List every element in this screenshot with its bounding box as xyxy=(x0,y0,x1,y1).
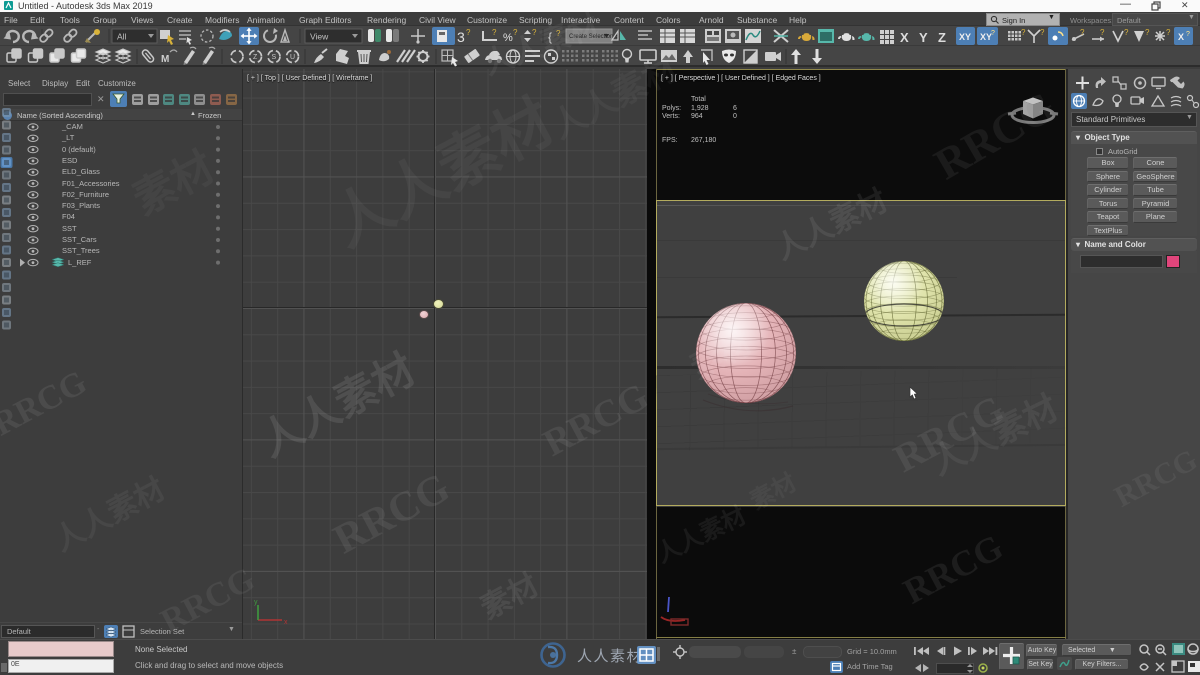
svg-text:?: ? xyxy=(466,28,471,37)
svg-text:?: ? xyxy=(492,28,497,37)
svg-text:X: X xyxy=(1178,32,1184,42)
svg-text:?: ? xyxy=(513,28,518,37)
svg-text:%: % xyxy=(503,32,513,44)
svg-text:Z: Z xyxy=(938,30,946,45)
svg-text:?: ? xyxy=(1100,28,1105,37)
svg-text:?: ? xyxy=(1021,28,1026,37)
svg-text:?: ? xyxy=(1186,31,1190,38)
svg-text:?: ? xyxy=(1080,28,1085,37)
svg-text:?: ? xyxy=(1040,28,1045,37)
svg-text:?: ? xyxy=(532,28,537,37)
svg-text:y: y xyxy=(254,599,258,606)
svg-text:U: U xyxy=(290,54,295,61)
svg-text:X: X xyxy=(900,30,909,45)
svg-text:{: { xyxy=(548,30,552,44)
svg-text:Y: Y xyxy=(919,30,928,45)
svg-text:View: View xyxy=(310,32,329,42)
svg-text:S: S xyxy=(272,54,277,61)
svg-text:x: x xyxy=(284,619,288,626)
svg-text:?: ? xyxy=(1166,28,1171,37)
svg-text:XY: XY xyxy=(959,32,971,42)
svg-text:3: 3 xyxy=(457,29,465,45)
svg-text:Z: Z xyxy=(253,54,258,61)
svg-text:?: ? xyxy=(1124,28,1129,37)
svg-text:?: ? xyxy=(556,29,561,38)
svg-text:?: ? xyxy=(991,30,995,37)
svg-text:Create Selection S: Create Selection S xyxy=(569,34,619,40)
svg-text:?: ? xyxy=(1145,28,1150,37)
